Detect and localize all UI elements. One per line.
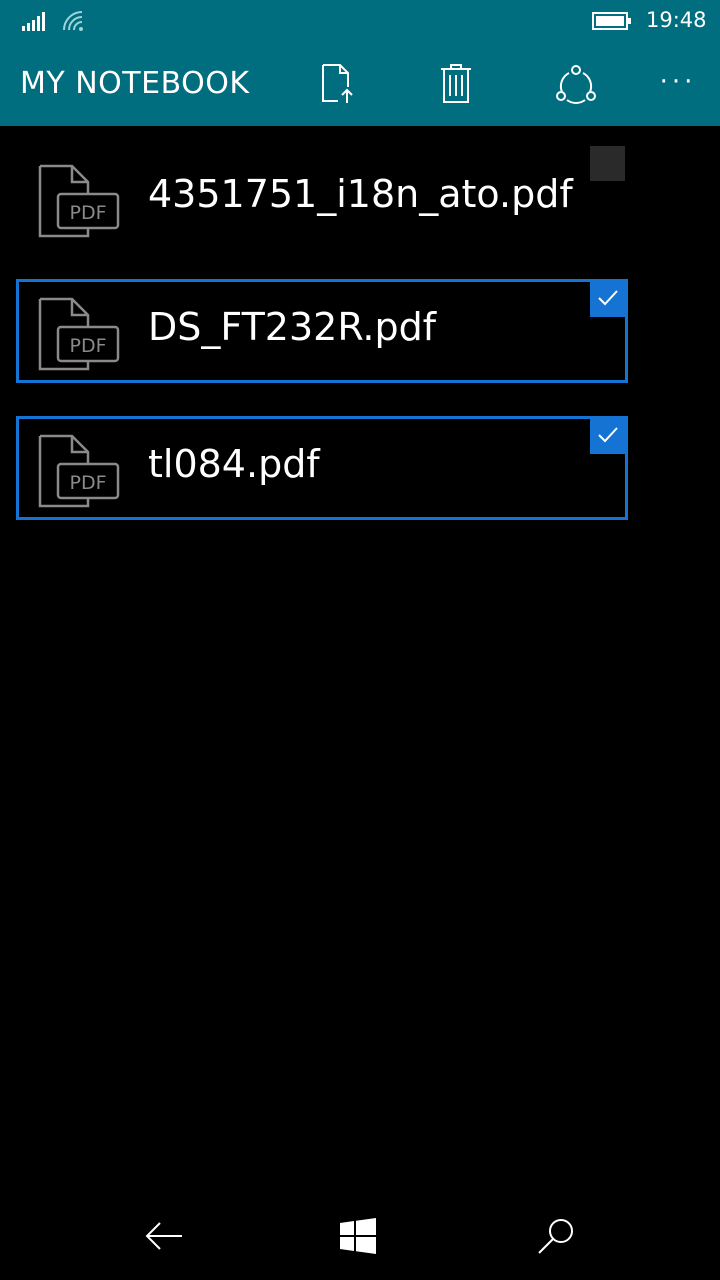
svg-text:PDF: PDF: [69, 335, 106, 357]
search-button[interactable]: [532, 1214, 580, 1262]
list-item-file[interactable]: PDF tl084.pdf: [16, 416, 628, 520]
page-title: MY NOTEBOOK: [20, 66, 250, 101]
checkmark-icon: [597, 289, 619, 311]
share-icon: [556, 64, 596, 108]
back-arrow-icon: [144, 1220, 184, 1256]
pdf-file-icon: PDF: [36, 432, 122, 514]
file-upload-icon: [320, 63, 356, 109]
system-nav-bar: [0, 1196, 720, 1280]
select-checkbox-checked[interactable]: [590, 419, 625, 454]
upload-file-button[interactable]: [314, 60, 362, 112]
delete-button[interactable]: [432, 60, 480, 112]
battery-icon: [592, 12, 632, 34]
file-name: DS_FT232R.pdf: [148, 305, 437, 349]
select-checkbox[interactable]: [590, 146, 625, 181]
status-bar: 19:48: [0, 0, 720, 44]
svg-text:PDF: PDF: [69, 472, 106, 494]
status-time: 19:48: [646, 8, 707, 32]
windows-logo-icon: [340, 1218, 376, 1258]
back-button[interactable]: [140, 1214, 188, 1262]
trash-icon: [440, 64, 472, 108]
select-checkbox-checked[interactable]: [590, 282, 625, 317]
checkmark-icon: [597, 426, 619, 448]
file-name: tl084.pdf: [148, 442, 320, 486]
list-item-file[interactable]: PDF 4351751_i18n_ato.pdf: [16, 146, 628, 250]
share-button[interactable]: [552, 60, 600, 112]
start-button[interactable]: [334, 1214, 382, 1262]
search-icon: [536, 1216, 576, 1260]
wifi-icon: [62, 10, 88, 38]
svg-text:PDF: PDF: [69, 202, 106, 224]
pdf-file-icon: PDF: [36, 162, 122, 244]
file-name: 4351751_i18n_ato.pdf: [148, 172, 573, 216]
app-header: 19:48 MY NOTEBOOK ···: [0, 0, 720, 126]
cellular-signal-icon: [22, 12, 48, 36]
list-item-file[interactable]: PDF DS_FT232R.pdf: [16, 279, 628, 383]
pdf-file-icon: PDF: [36, 295, 122, 377]
more-icon: ···: [659, 67, 697, 97]
more-options-button[interactable]: ···: [654, 60, 702, 112]
